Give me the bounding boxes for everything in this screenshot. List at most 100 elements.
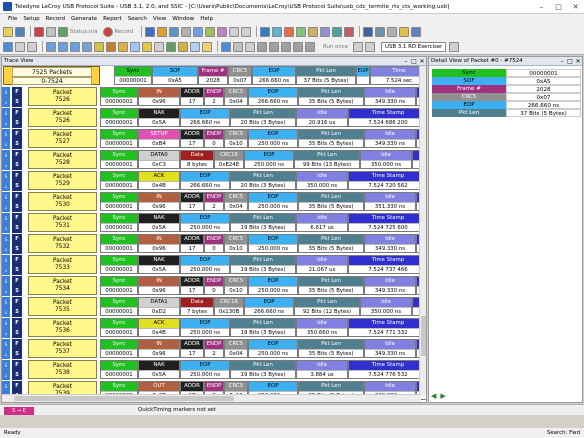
- packet-view-icon[interactable]: [46, 41, 56, 52]
- bookmark-icon[interactable]: [157, 26, 168, 37]
- packet-number[interactable]: Packet 7528: [28, 150, 97, 169]
- menu-record[interactable]: Record: [46, 16, 65, 22]
- list-icon[interactable]: [269, 41, 279, 52]
- packet-row[interactable]: S ↓ F S Packet 7528 Sync 00000001 DATA0 0xC3 Data 8…: [2, 150, 426, 170]
- search-icon[interactable]: [145, 26, 156, 37]
- level-icon[interactable]: [3, 41, 13, 52]
- packet-row[interactable]: S ↓ F S Packet 7530 Sync 00000001 IN 0x96 ADDR 17 EN…: [2, 192, 426, 212]
- detail-maximize-icon[interactable]: □: [566, 58, 574, 65]
- record-icon[interactable]: [102, 26, 113, 37]
- detail-row[interactable]: Frame #2028: [432, 85, 581, 93]
- hide-icon[interactable]: [181, 26, 192, 37]
- collapse-icon[interactable]: [217, 26, 228, 37]
- settings-icon[interactable]: [245, 41, 255, 52]
- power-tracker-icon[interactable]: [178, 41, 188, 52]
- quicktiming-button[interactable]: S → E: [4, 407, 34, 415]
- raw-bits-icon[interactable]: [202, 41, 212, 52]
- transfer-view-icon[interactable]: [70, 41, 80, 52]
- run-icon[interactable]: [353, 41, 364, 52]
- packet-number[interactable]: Packet 7536: [28, 318, 97, 337]
- packet-row[interactable]: S ↓ F S Packet 7527 Sync 00000001 SETUP 0xB4 ADDR 1…: [2, 129, 426, 149]
- traffic-summary-icon[interactable]: [166, 41, 176, 52]
- packet-row[interactable]: S ↓ F S Packet 7531 Sync 00000001 NAK 0x5A EOP 250.…: [2, 213, 426, 233]
- packet-number[interactable]: Packet 7537: [28, 339, 97, 358]
- bus-utilization-icon[interactable]: [332, 26, 343, 37]
- zoom-out-icon[interactable]: [27, 41, 37, 52]
- packet-row[interactable]: S ↓ F S Packet 7538 Sync 00000001 NAK 0x5A EOP 250.…: [2, 360, 426, 380]
- expand-icon[interactable]: [205, 26, 216, 37]
- pause-icon[interactable]: [365, 41, 376, 52]
- zoom-in-icon[interactable]: [229, 26, 240, 37]
- packet-number[interactable]: Packet 7532: [28, 234, 97, 253]
- statistics-icon[interactable]: [272, 26, 283, 37]
- packet-row[interactable]: S ↓ F S Packet 7537 Sync 00000001 IN 0x96 ADDR 17 EN…: [2, 339, 426, 359]
- link-view-icon[interactable]: [106, 41, 116, 52]
- notes-icon[interactable]: [399, 26, 410, 37]
- menu-report[interactable]: Report: [103, 16, 122, 22]
- split-view-icon[interactable]: [82, 41, 92, 52]
- menu-generate[interactable]: Generate: [71, 16, 97, 22]
- chart-icon[interactable]: [221, 41, 231, 52]
- window-tile-icon[interactable]: [375, 26, 386, 37]
- pane-close-icon[interactable]: ✕: [418, 58, 426, 65]
- prev-packet-icon[interactable]: ◀: [431, 392, 436, 400]
- detail-row[interactable]: Sync 00000001: [432, 69, 581, 77]
- detail-row[interactable]: SOF 0xA5: [432, 77, 581, 85]
- record-setup-icon[interactable]: [34, 26, 44, 37]
- compare-icon[interactable]: [320, 26, 331, 37]
- detail-row[interactable]: EOP 266.660 ns: [432, 101, 581, 109]
- maximize-icon[interactable]: □: [550, 0, 567, 14]
- dropdown-icon[interactable]: [233, 41, 243, 52]
- sort-icon[interactable]: [293, 41, 303, 52]
- transaction-view-icon[interactable]: [58, 41, 68, 52]
- report-icon[interactable]: [260, 26, 271, 37]
- timing-view-icon[interactable]: [154, 41, 164, 52]
- packet-number[interactable]: Packet 7527: [28, 129, 97, 148]
- zoom-out-icon[interactable]: [241, 26, 252, 37]
- filter-icon[interactable]: [169, 26, 180, 37]
- grid-icon[interactable]: [257, 41, 267, 52]
- upload-icon[interactable]: [58, 26, 68, 37]
- detail-view-icon[interactable]: [130, 41, 140, 52]
- pane-maximize-icon[interactable]: □: [410, 58, 418, 65]
- packet-row[interactable]: S ↓ F S Packet 7535 Sync 00000001 DATA1 0xD2 Data 7…: [2, 297, 426, 317]
- packet-number[interactable]: Packet 7530: [28, 192, 97, 211]
- menu-help[interactable]: Help: [200, 16, 213, 22]
- menu-window[interactable]: Window: [172, 16, 194, 22]
- packet-row[interactable]: S ↓ F S Packet 7526 Sync 00000001 IN 0x96 ADDR 17 EN…: [2, 87, 426, 107]
- spreadsheet-icon[interactable]: [118, 41, 128, 52]
- layout-icon[interactable]: [363, 26, 374, 37]
- data-view-icon[interactable]: [142, 41, 152, 52]
- detail-close-icon[interactable]: ✕: [574, 58, 582, 65]
- packet-number[interactable]: Packet 7526: [28, 108, 97, 127]
- packet-number[interactable]: Packet 7526: [28, 87, 97, 106]
- class-decode-icon[interactable]: [94, 41, 104, 52]
- save-icon[interactable]: [15, 26, 25, 37]
- packet-number[interactable]: Packet 7531: [28, 213, 97, 232]
- menu-setup[interactable]: Setup: [23, 16, 39, 22]
- packet-row[interactable]: S ↓ F S Packet 7533 Sync 00000001 NAK 0x5A EOP 250.…: [2, 255, 426, 275]
- vertical-scrollbar[interactable]: [419, 66, 426, 396]
- packet-number[interactable]: Packet 7534: [28, 276, 97, 295]
- packet-number[interactable]: Packet 7538: [28, 360, 97, 379]
- zoom-in-icon[interactable]: [15, 41, 25, 52]
- packet-row[interactable]: S ↓ F S Packet 7536 Sync 00000001 ACK 0x4B EOP 250.…: [2, 318, 426, 338]
- decode-icon[interactable]: [296, 26, 307, 37]
- packet-row[interactable]: S ↓ F S Packet 7529 Sync 00000001 ACK 0x4B EOP 266.…: [2, 171, 426, 191]
- menu-file[interactable]: File: [8, 16, 17, 22]
- next-packet-icon[interactable]: ▶: [440, 392, 445, 400]
- timing-icon[interactable]: [284, 26, 295, 37]
- export-icon[interactable]: [308, 26, 319, 37]
- stop-icon[interactable]: [46, 26, 56, 37]
- packet-number[interactable]: Packet 7533: [28, 255, 97, 274]
- pane-minimize-icon[interactable]: –: [402, 58, 410, 65]
- packet-row[interactable]: S ↓ F S Packet 7526 Sync 00000001 NAK 0x5A EOP 266.…: [2, 108, 426, 128]
- error-summary-icon[interactable]: [344, 26, 355, 37]
- refresh-icon[interactable]: [387, 26, 398, 37]
- align-icon[interactable]: [281, 41, 291, 52]
- analyzer-select[interactable]: USB 3.1 RD Exerciser: [381, 41, 447, 52]
- close-icon[interactable]: ✕: [567, 0, 584, 14]
- detail-minimize-icon[interactable]: –: [558, 58, 566, 65]
- detail-row[interactable]: CRC5 0x07: [432, 93, 581, 101]
- help-icon[interactable]: [411, 26, 422, 37]
